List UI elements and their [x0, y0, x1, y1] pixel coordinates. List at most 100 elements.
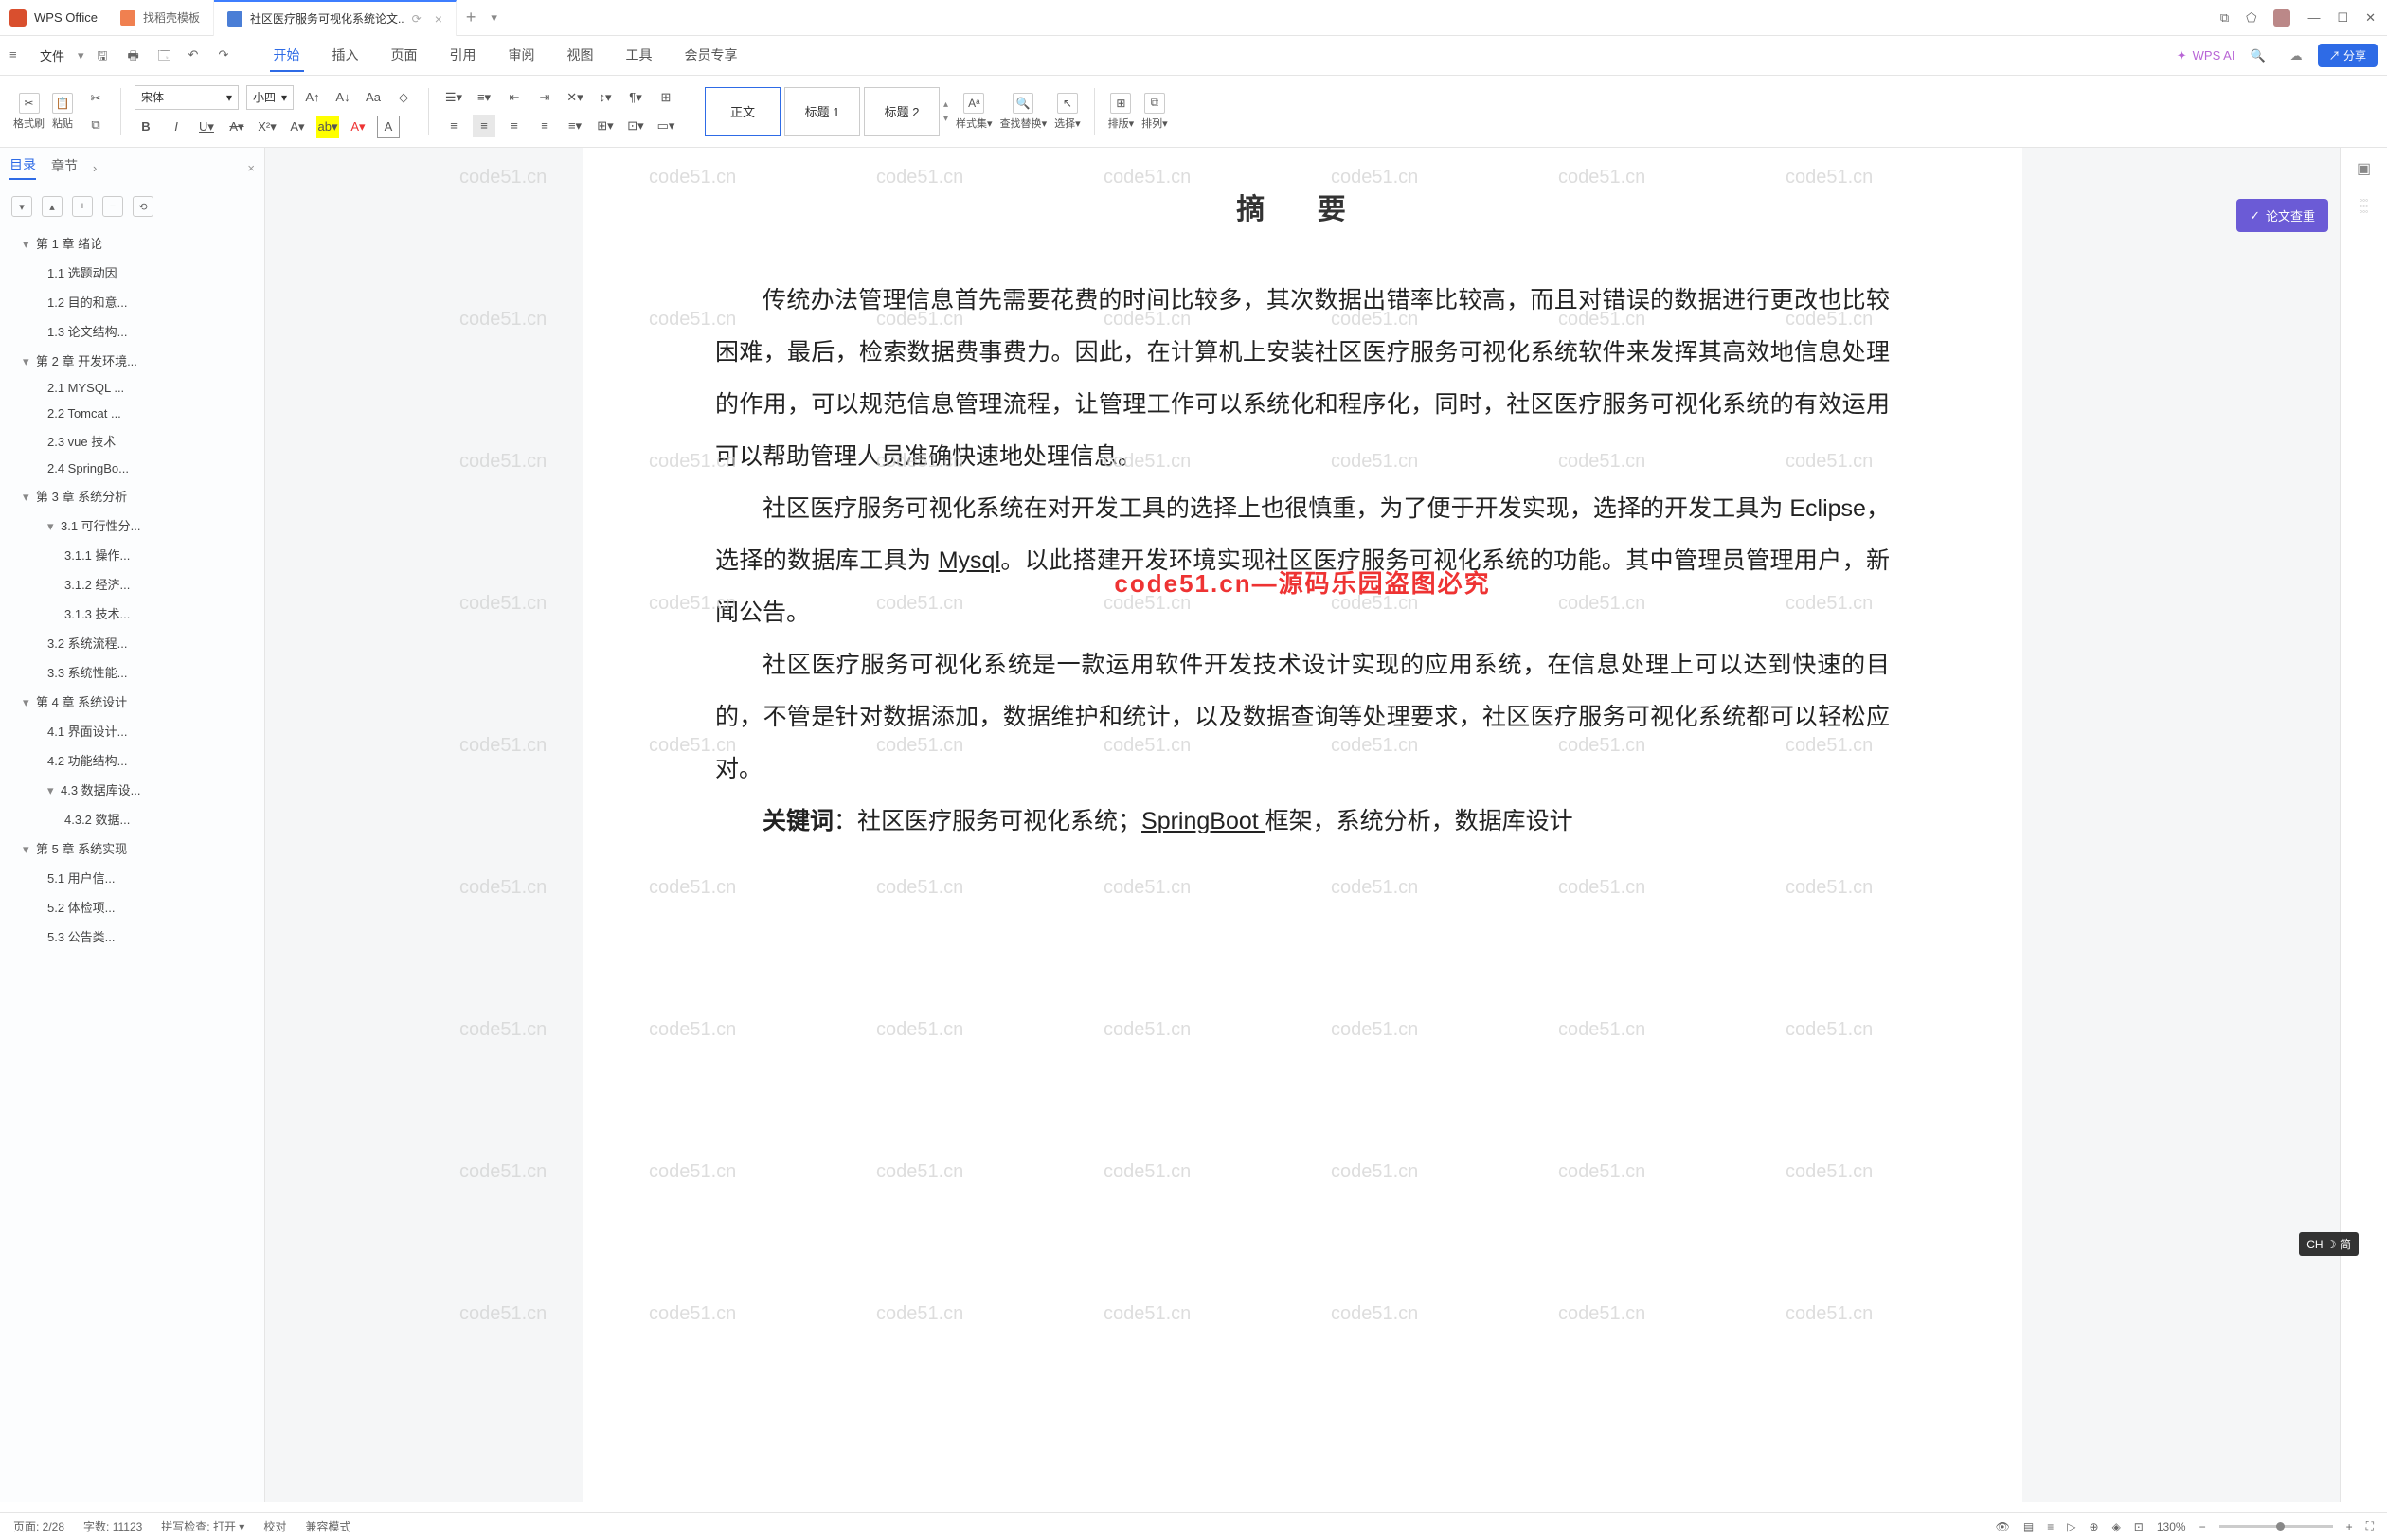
reading-view-icon[interactable]: ▷ [2067, 1520, 2075, 1533]
close-sidebar-icon[interactable]: × [247, 161, 255, 175]
chevron-down-icon[interactable]: ▾ [23, 237, 32, 252]
number-list-icon[interactable]: ≡▾ [473, 86, 495, 109]
style-scroll-up-icon[interactable]: ▴ [943, 99, 948, 110]
share-button[interactable]: ↗ 分享 [2318, 44, 2378, 67]
wps-ai-button[interactable]: ✦ WPS AI 🔍 [2177, 48, 2266, 63]
font-name-select[interactable]: 宋体▾ [135, 85, 239, 110]
status-proof[interactable]: 校对 [263, 1518, 286, 1534]
superscript-icon[interactable]: X²▾ [256, 116, 278, 138]
increase-indent-icon[interactable]: ⇥ [533, 86, 556, 109]
toc-item[interactable]: 3.1.1 操作... [0, 540, 264, 569]
zoom-knob[interactable] [2276, 1522, 2285, 1531]
select-button[interactable]: ↖ 选择▾ [1054, 93, 1081, 131]
toc-item[interactable]: 2.2 Tomcat ... [0, 401, 264, 426]
status-page[interactable]: 页面: 2/28 [13, 1518, 64, 1534]
cloud-icon[interactable]: ☁ [2290, 48, 2303, 63]
clear-format-icon[interactable]: ◇ [392, 86, 415, 109]
redo-icon[interactable]: ↷ [219, 47, 236, 64]
window-restore-icon[interactable]: ⧉ [2220, 10, 2229, 26]
toc-item[interactable]: 4.3.2 数据... [0, 804, 264, 833]
fit-page-icon[interactable]: ⊡ [2134, 1520, 2144, 1533]
italic-icon[interactable]: I [165, 116, 188, 138]
status-compat[interactable]: 兼容模式 [305, 1518, 350, 1534]
change-case-icon[interactable]: Aa [362, 86, 385, 109]
tab-document[interactable]: 社区医疗服务可视化系统论文.. ⟳ × [214, 0, 457, 36]
collapse-up-icon[interactable]: ▴ [42, 196, 63, 217]
strikethrough-icon[interactable]: A▾ [225, 116, 248, 138]
toc-item[interactable]: ▾4.3 数据库设... [0, 775, 264, 804]
dropdown-icon[interactable]: ▾ [491, 10, 497, 26]
style-scroll-down-icon[interactable]: ▾ [943, 114, 948, 124]
toc-item[interactable]: 1.2 目的和意... [0, 287, 264, 316]
save-icon[interactable]: 🖫 [98, 47, 115, 64]
remove-icon[interactable]: − [102, 196, 123, 217]
align-justify-icon[interactable]: ≡ [533, 115, 556, 137]
style-set-button[interactable]: Aᵃ 样式集▾ [956, 93, 993, 131]
find-replace-button[interactable]: 🔍 查找替换▾ [1000, 93, 1048, 131]
chevron-down-icon[interactable]: ▾ [47, 783, 57, 798]
asian-layout-icon[interactable]: A [377, 116, 400, 138]
chevron-down-icon[interactable]: ▾ [78, 48, 84, 63]
outline-view-icon[interactable]: ≡ [2047, 1520, 2054, 1533]
search-icon[interactable]: 🔍 [2250, 48, 2265, 63]
collapse-ribbon-icon[interactable]: ▣ [2353, 157, 2376, 180]
avatar-icon[interactable] [2273, 9, 2290, 27]
menu-start[interactable]: 开始 [270, 40, 304, 72]
toc-item[interactable]: ▾第 4 章 系统设计 [0, 687, 264, 716]
tab-templates[interactable]: 找稻壳模板 [107, 0, 214, 36]
align-center-icon[interactable]: ≡ [473, 115, 495, 137]
align-left-icon[interactable]: ≡ [442, 115, 465, 137]
add-icon[interactable]: + [72, 196, 93, 217]
toc-item[interactable]: 5.2 体检项... [0, 892, 264, 922]
status-spell[interactable]: 拼写检查: 打开 ▾ [161, 1518, 244, 1534]
toc-item[interactable]: 4.2 功能结构... [0, 745, 264, 775]
format-painter-button[interactable]: ✂ 格式刷 [13, 93, 45, 131]
toc-item[interactable]: ▾第 5 章 系统实现 [0, 833, 264, 863]
toc-list[interactable]: ▾第 1 章 绪论1.1 选题动因1.2 目的和意...1.3 论文结构...▾… [0, 224, 264, 1502]
page-view-icon[interactable]: ▤ [2023, 1520, 2034, 1533]
text-effect-icon[interactable]: A▾ [286, 116, 309, 138]
zoom-slider[interactable] [2219, 1525, 2333, 1528]
print-preview-icon[interactable]: 🗔 [158, 47, 175, 64]
underline-icon[interactable]: U▾ [195, 116, 218, 138]
font-size-select[interactable]: 小四▾ [246, 85, 294, 110]
toc-item[interactable]: ▾第 3 章 系统分析 [0, 481, 264, 510]
plagiarism-check-button[interactable]: ✓ 论文查重 [2236, 199, 2328, 232]
line-spacing-icon[interactable]: ↕▾ [594, 86, 617, 109]
borders-icon[interactable]: ⊡▾ [624, 115, 647, 137]
asian-spacing-icon[interactable]: ✕▾ [564, 86, 586, 109]
toc-item[interactable]: 2.3 vue 技术 [0, 426, 264, 456]
zoom-in-icon[interactable]: + [2346, 1520, 2353, 1533]
chevron-down-icon[interactable]: ▾ [23, 842, 32, 857]
fullscreen-icon[interactable]: ⛶ [2366, 1519, 2374, 1533]
toc-item[interactable]: 5.1 用户信... [0, 863, 264, 892]
zoom-level[interactable]: 130% [2157, 1520, 2186, 1533]
cube-icon[interactable]: ⬠ [2246, 10, 2256, 26]
menu-tools[interactable]: 工具 [622, 40, 656, 72]
toc-item[interactable]: ▾第 2 章 开发环境... [0, 346, 264, 375]
menu-member[interactable]: 会员专享 [681, 40, 742, 72]
maximize-icon[interactable]: ☐ [2337, 10, 2348, 26]
toc-item[interactable]: 3.1.2 经济... [0, 569, 264, 599]
file-menu[interactable]: 文件 [40, 46, 64, 64]
menu-view[interactable]: 视图 [564, 40, 598, 72]
show-marks-icon[interactable]: ⊞ [655, 86, 677, 109]
style-normal[interactable]: 正文 [705, 87, 781, 136]
menu-reference[interactable]: 引用 [446, 40, 480, 72]
bold-icon[interactable]: B [135, 116, 157, 138]
toc-item[interactable]: 1.3 论文结构... [0, 316, 264, 346]
chevron-down-icon[interactable]: ▾ [23, 490, 32, 505]
chevron-down-icon[interactable]: ▾ [23, 695, 32, 710]
decrease-indent-icon[interactable]: ⇤ [503, 86, 526, 109]
close-icon[interactable]: × [435, 11, 442, 27]
paragraph-icon[interactable]: ¶▾ [624, 86, 647, 109]
web-view-icon[interactable]: ⊕ [2090, 1520, 2099, 1533]
sort-button[interactable]: ⧉ 排列▾ [1141, 93, 1168, 131]
undo-icon[interactable]: ↶ [188, 47, 206, 64]
arrange-button[interactable]: ⊞ 排版▾ [1108, 93, 1135, 131]
fit-width-icon[interactable]: ◈ [2112, 1520, 2121, 1533]
highlight-icon[interactable]: ab▾ [316, 116, 339, 138]
menu-review[interactable]: 审阅 [505, 40, 539, 72]
menu-insert[interactable]: 插入 [329, 40, 363, 72]
bullet-list-icon[interactable]: ☰▾ [442, 86, 465, 109]
